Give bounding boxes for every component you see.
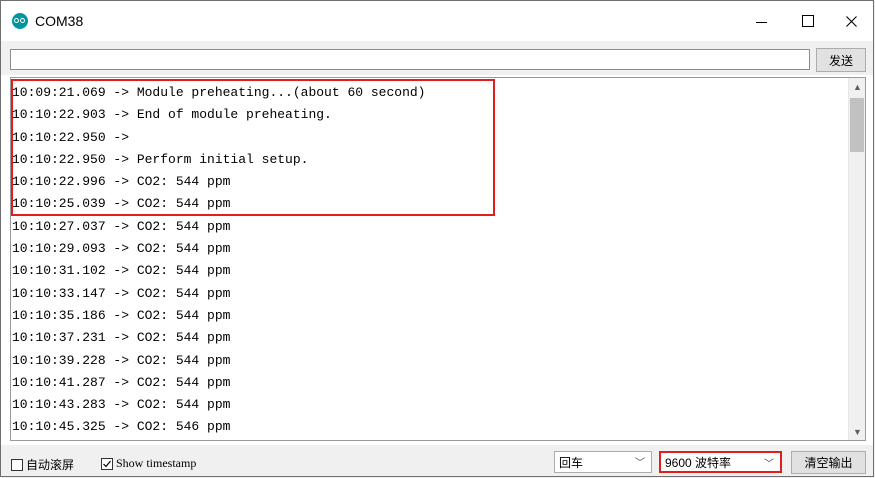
output-line: 10:10:41.287 -> CO2: 544 ppm [12,374,231,390]
output-line: 10:10:22.950 -> Perform initial setup. [12,151,309,167]
send-row: 发送 [1,41,873,75]
title-bar: COM38 [1,1,873,41]
autoscroll-checkbox[interactable]: 自动滚屏 [11,456,74,473]
vertical-scrollbar[interactable]: ▲ ▼ [848,78,865,440]
output-lines: 10:09:21.069 -> Module preheating...(abo… [12,82,848,439]
minimize-button[interactable] [739,1,783,41]
output-line: 10:10:35.186 -> CO2: 544 ppm [12,307,231,323]
minimize-icon [755,21,767,23]
show-timestamp-checkbox-box[interactable] [101,457,113,470]
scroll-down-icon[interactable]: ▼ [849,423,865,440]
checkmark-icon [103,460,111,467]
serial-output[interactable]: 10:09:21.069 -> Module preheating...(abo… [10,77,866,441]
output-line: 10:10:43.283 -> CO2: 544 ppm [12,397,231,413]
output-line: 10:10:37.231 -> CO2: 544 ppm [12,330,231,346]
close-button[interactable] [829,1,873,41]
baud-rate-select[interactable]: 9600 波特率 ﹀ [659,451,782,473]
maximize-icon [802,15,814,27]
scroll-up-icon[interactable]: ▲ [849,78,865,95]
output-line: 10:10:45.325 -> CO2: 546 ppm [12,419,231,435]
output-line: 10:09:21.069 -> Module preheating...(abo… [12,85,426,100]
maximize-button[interactable] [786,1,830,41]
autoscroll-checkbox-box[interactable] [11,458,23,471]
line-ending-value: 回车 [559,455,584,470]
chevron-down-icon: ﹀ [764,459,774,470]
scrollbar-thumb[interactable] [850,98,864,152]
output-line: 10:10:33.147 -> CO2: 544 ppm [12,285,231,301]
close-icon [845,15,857,27]
line-ending-select[interactable]: 回车 ﹀ [554,451,652,473]
output-line: 10:10:22.950 -> [12,129,137,145]
output-line: 10:10:39.228 -> CO2: 544 ppm [12,352,231,368]
show-timestamp-label: Show timestamp [116,456,197,470]
autoscroll-label: 自动滚屏 [26,458,75,472]
output-line: 10:10:27.037 -> CO2: 544 ppm [12,218,231,234]
clear-output-button[interactable]: 清空输出 [791,451,866,474]
bottom-bar: 自动滚屏 Show timestamp 回车 ﹀ 9600 波特率 ﹀ 清空输出 [1,445,873,476]
output-line: 10:10:25.039 -> CO2: 544 ppm [12,196,231,212]
output-line: 10:10:31.102 -> CO2: 544 ppm [12,263,231,279]
output-line: 10:10:22.996 -> CO2: 544 ppm [12,174,231,190]
send-button[interactable]: 发送 [816,48,866,72]
output-line: 10:10:29.093 -> CO2: 544 ppm [12,241,231,257]
serial-monitor-window: COM38 发送 10:09:21.069 -> Module preheati… [0,0,874,477]
baud-rate-value: 9600 波特率 [665,455,732,470]
show-timestamp-checkbox[interactable]: Show timestamp [101,456,196,471]
send-input[interactable] [10,49,810,70]
arduino-logo-icon [12,13,28,29]
window-title: COM38 [35,13,84,29]
output-line: 10:10:22.903 -> End of module preheating… [12,107,332,123]
chevron-down-icon: ﹀ [635,458,645,469]
